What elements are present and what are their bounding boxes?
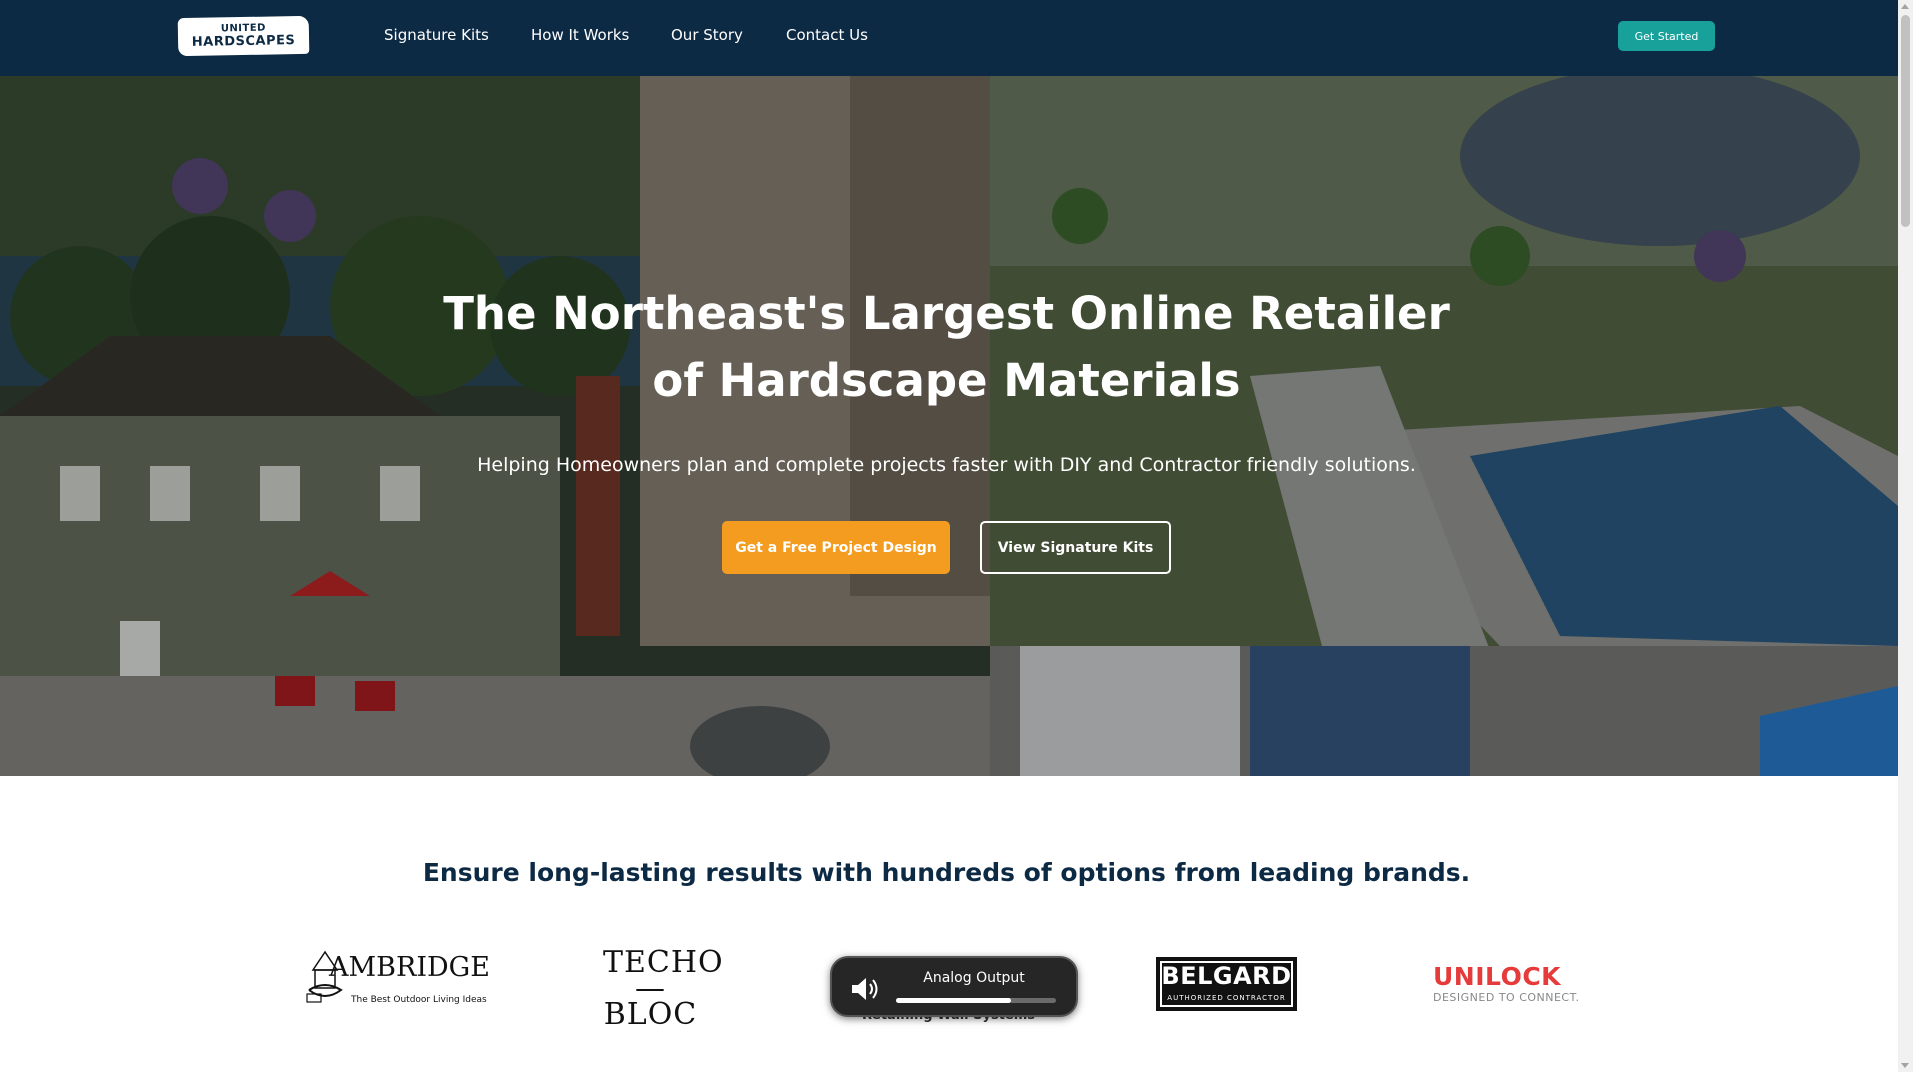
speaker-icon bbox=[852, 978, 878, 1000]
nav-link-how-it-works[interactable]: How It Works bbox=[531, 26, 629, 44]
cambridge-logo[interactable]: AMBRIDGE The Best Outdoor Living Ideas bbox=[305, 950, 490, 1010]
belgard-name: BELGARD bbox=[1161, 962, 1292, 990]
scroll-down-arrow-icon[interactable] bbox=[1901, 1063, 1909, 1068]
logo-text-line2: HARDSCAPES bbox=[191, 33, 296, 50]
cambridge-name: AMBRIDGE bbox=[329, 952, 490, 983]
hero-title-line2: of Hardscape Materials bbox=[652, 354, 1241, 407]
audio-output-label: Analog Output bbox=[923, 970, 1025, 986]
techo-bloc-line2: —BLOC bbox=[603, 971, 698, 1032]
unilock-name: UNILOCK bbox=[1433, 962, 1562, 991]
nav-link-our-story[interactable]: Our Story bbox=[671, 26, 743, 44]
volume-slider-fill bbox=[896, 998, 1012, 1003]
site-logo[interactable]: UNITED HARDSCAPES bbox=[177, 15, 310, 57]
nav-link-signature-kits[interactable]: Signature Kits bbox=[384, 26, 489, 44]
page: UNITED HARDSCAPES Signature Kits How It … bbox=[0, 0, 1898, 1072]
scroll-up-arrow-icon[interactable] bbox=[1901, 4, 1909, 9]
cambridge-tagline: The Best Outdoor Living Ideas bbox=[351, 995, 487, 1005]
hero-title-line1: The Northeast's Largest Online Retailer bbox=[443, 287, 1450, 340]
hero-section: The Northeast's Largest Online Retailer … bbox=[0, 76, 1898, 776]
audio-output-popup: Analog Output bbox=[830, 956, 1078, 1017]
page-scrollbar[interactable] bbox=[1898, 0, 1913, 1072]
get-started-button[interactable]: Get Started bbox=[1618, 21, 1715, 51]
volume-slider[interactable] bbox=[896, 998, 1056, 1003]
hero-subtitle: Helping Homeowners plan and complete pro… bbox=[477, 454, 1416, 476]
belgard-subtitle: AUTHORIZED CONTRACTOR bbox=[1167, 994, 1286, 1002]
free-project-design-button[interactable]: Get a Free Project Design bbox=[722, 521, 950, 574]
view-signature-kits-button[interactable]: View Signature Kits bbox=[980, 521, 1171, 574]
hero-title: The Northeast's Largest Online Retailer … bbox=[400, 280, 1493, 414]
brands-heading: Ensure long-lasting results with hundred… bbox=[422, 858, 1471, 887]
belgard-logo[interactable]: BELGARD AUTHORIZED CONTRACTOR bbox=[1156, 957, 1297, 1011]
techo-bloc-logo[interactable]: TECHO —BLOC bbox=[603, 948, 723, 1030]
unilock-subtitle: DESIGNED TO CONNECT. bbox=[1433, 991, 1580, 1004]
scrollbar-thumb[interactable] bbox=[1901, 15, 1910, 227]
unilock-logo[interactable]: UNILOCK DESIGNED TO CONNECT. bbox=[1433, 962, 1583, 1005]
top-navigation: UNITED HARDSCAPES Signature Kits How It … bbox=[0, 0, 1898, 76]
nav-link-contact-us[interactable]: Contact Us bbox=[786, 26, 868, 44]
hero-dark-overlay bbox=[0, 76, 1898, 776]
